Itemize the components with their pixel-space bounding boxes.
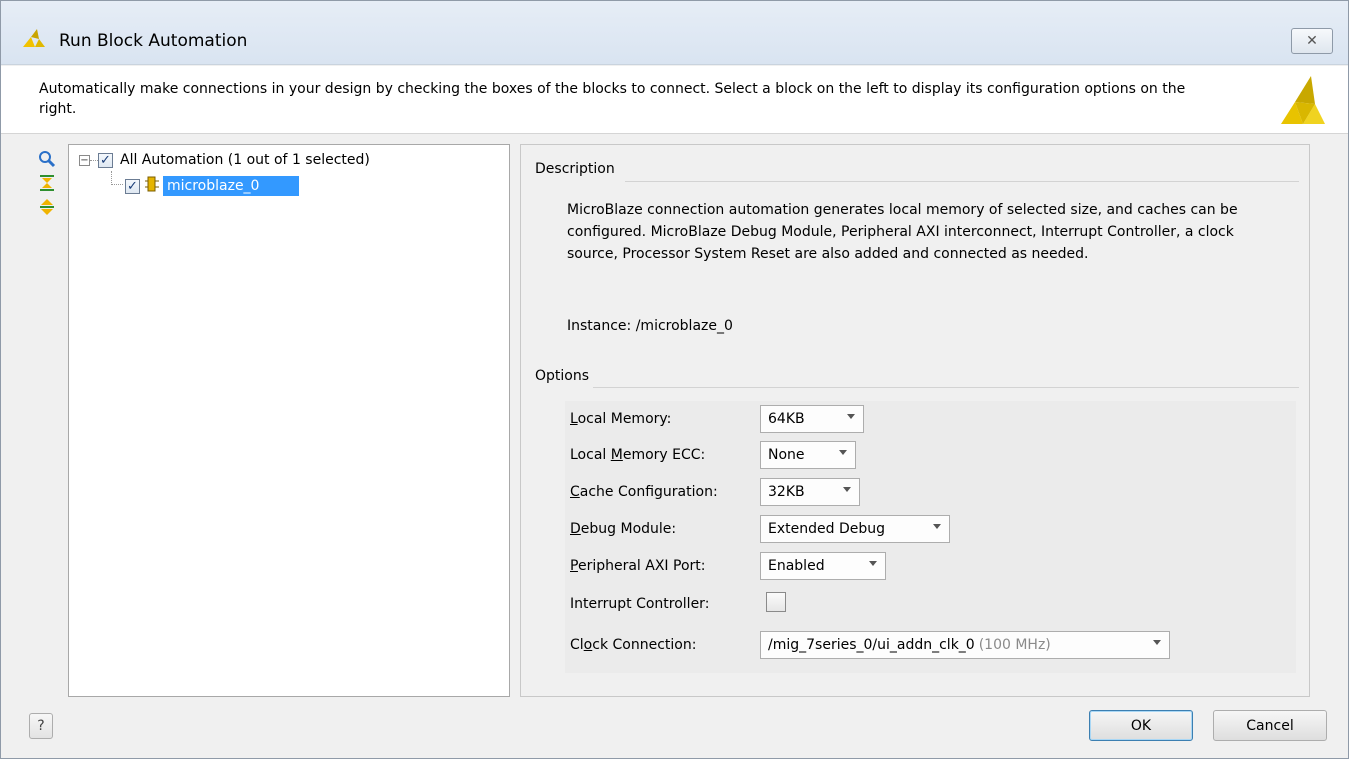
tree-item-microblaze[interactable]: ✓ microblaze_0 [125,175,299,197]
tree-root-row[interactable]: − ✓ All Automation (1 out of 1 selected) [79,149,370,171]
dialog-header: Automatically make connections in your d… [1,66,1348,134]
divider [625,181,1299,182]
interrupt-controller-checkbox[interactable] [766,592,786,612]
debug-module-select[interactable]: Extended Debug [760,515,950,543]
options-panel: Description MicroBlaze connection automa… [520,144,1310,697]
collapse-all-icon[interactable] [37,173,57,193]
cancel-button[interactable]: Cancel [1213,710,1327,741]
ip-block-icon [145,176,159,196]
tree-root-label: All Automation (1 out of 1 selected) [120,152,370,168]
close-button[interactable]: ✕ [1291,28,1333,54]
chevron-down-icon [839,450,847,455]
peripheral-axi-port-select[interactable]: Enabled [760,552,886,580]
description-heading: Description [535,161,615,177]
dialog-window: Run Block Automation ✕ Automatically mak… [0,0,1349,759]
search-icon[interactable] [37,149,57,169]
local-memory-label: Local Memory: [570,411,672,427]
cache-configuration-select[interactable]: 32KB [760,478,860,506]
title-bar: Run Block Automation ✕ [1,1,1348,65]
expand-all-icon[interactable] [37,197,57,217]
chevron-down-icon [869,561,877,566]
divider [593,387,1299,388]
chevron-down-icon [843,487,851,492]
help-button[interactable]: ? [29,713,53,739]
clock-connection-label: Clock Connection: [570,637,697,653]
collapse-toggle-icon[interactable]: − [79,154,90,166]
chevron-down-icon [933,524,941,529]
options-heading: Options [535,368,590,384]
debug-module-label: Debug Module: [570,521,677,537]
xilinx-logo-icon [23,29,45,51]
xilinx-logo-icon [1281,76,1325,128]
clock-connection-select[interactable]: /mig_7series_0/ui_addn_clk_0 (100 MHz) [760,631,1170,659]
microblaze-checkbox[interactable]: ✓ [125,178,140,194]
local-memory-select[interactable]: 64KB [760,405,864,433]
tree-connector [111,171,123,185]
cache-configuration-label: Cache Configuration: [570,484,718,500]
help-icon: ? [37,718,45,734]
local-memory-ecc-select[interactable]: None [760,441,856,469]
peripheral-axi-port-label: Peripheral AXI Port: [570,558,706,574]
chevron-down-icon [1153,640,1161,645]
header-description: Automatically make connections in your d… [39,81,1186,117]
all-automation-checkbox[interactable]: ✓ [98,152,113,168]
automation-tree: − ✓ All Automation (1 out of 1 selected)… [68,144,510,697]
local-memory-ecc-label: Local Memory ECC: [570,447,706,463]
window-title: Run Block Automation [59,31,248,51]
description-text: MicroBlaze connection automation generat… [567,202,1238,262]
interrupt-controller-label: Interrupt Controller: [570,596,710,612]
tree-toolbar [37,149,57,221]
ok-button[interactable]: OK [1089,710,1193,741]
close-icon: ✕ [1306,33,1318,49]
chevron-down-icon [847,414,855,419]
options-form: Local Memory: 64KB Local Memory ECC: Non… [565,401,1296,673]
tree-item-label: microblaze_0 [163,176,299,196]
instance-path: Instance: /microblaze_0 [567,318,733,334]
